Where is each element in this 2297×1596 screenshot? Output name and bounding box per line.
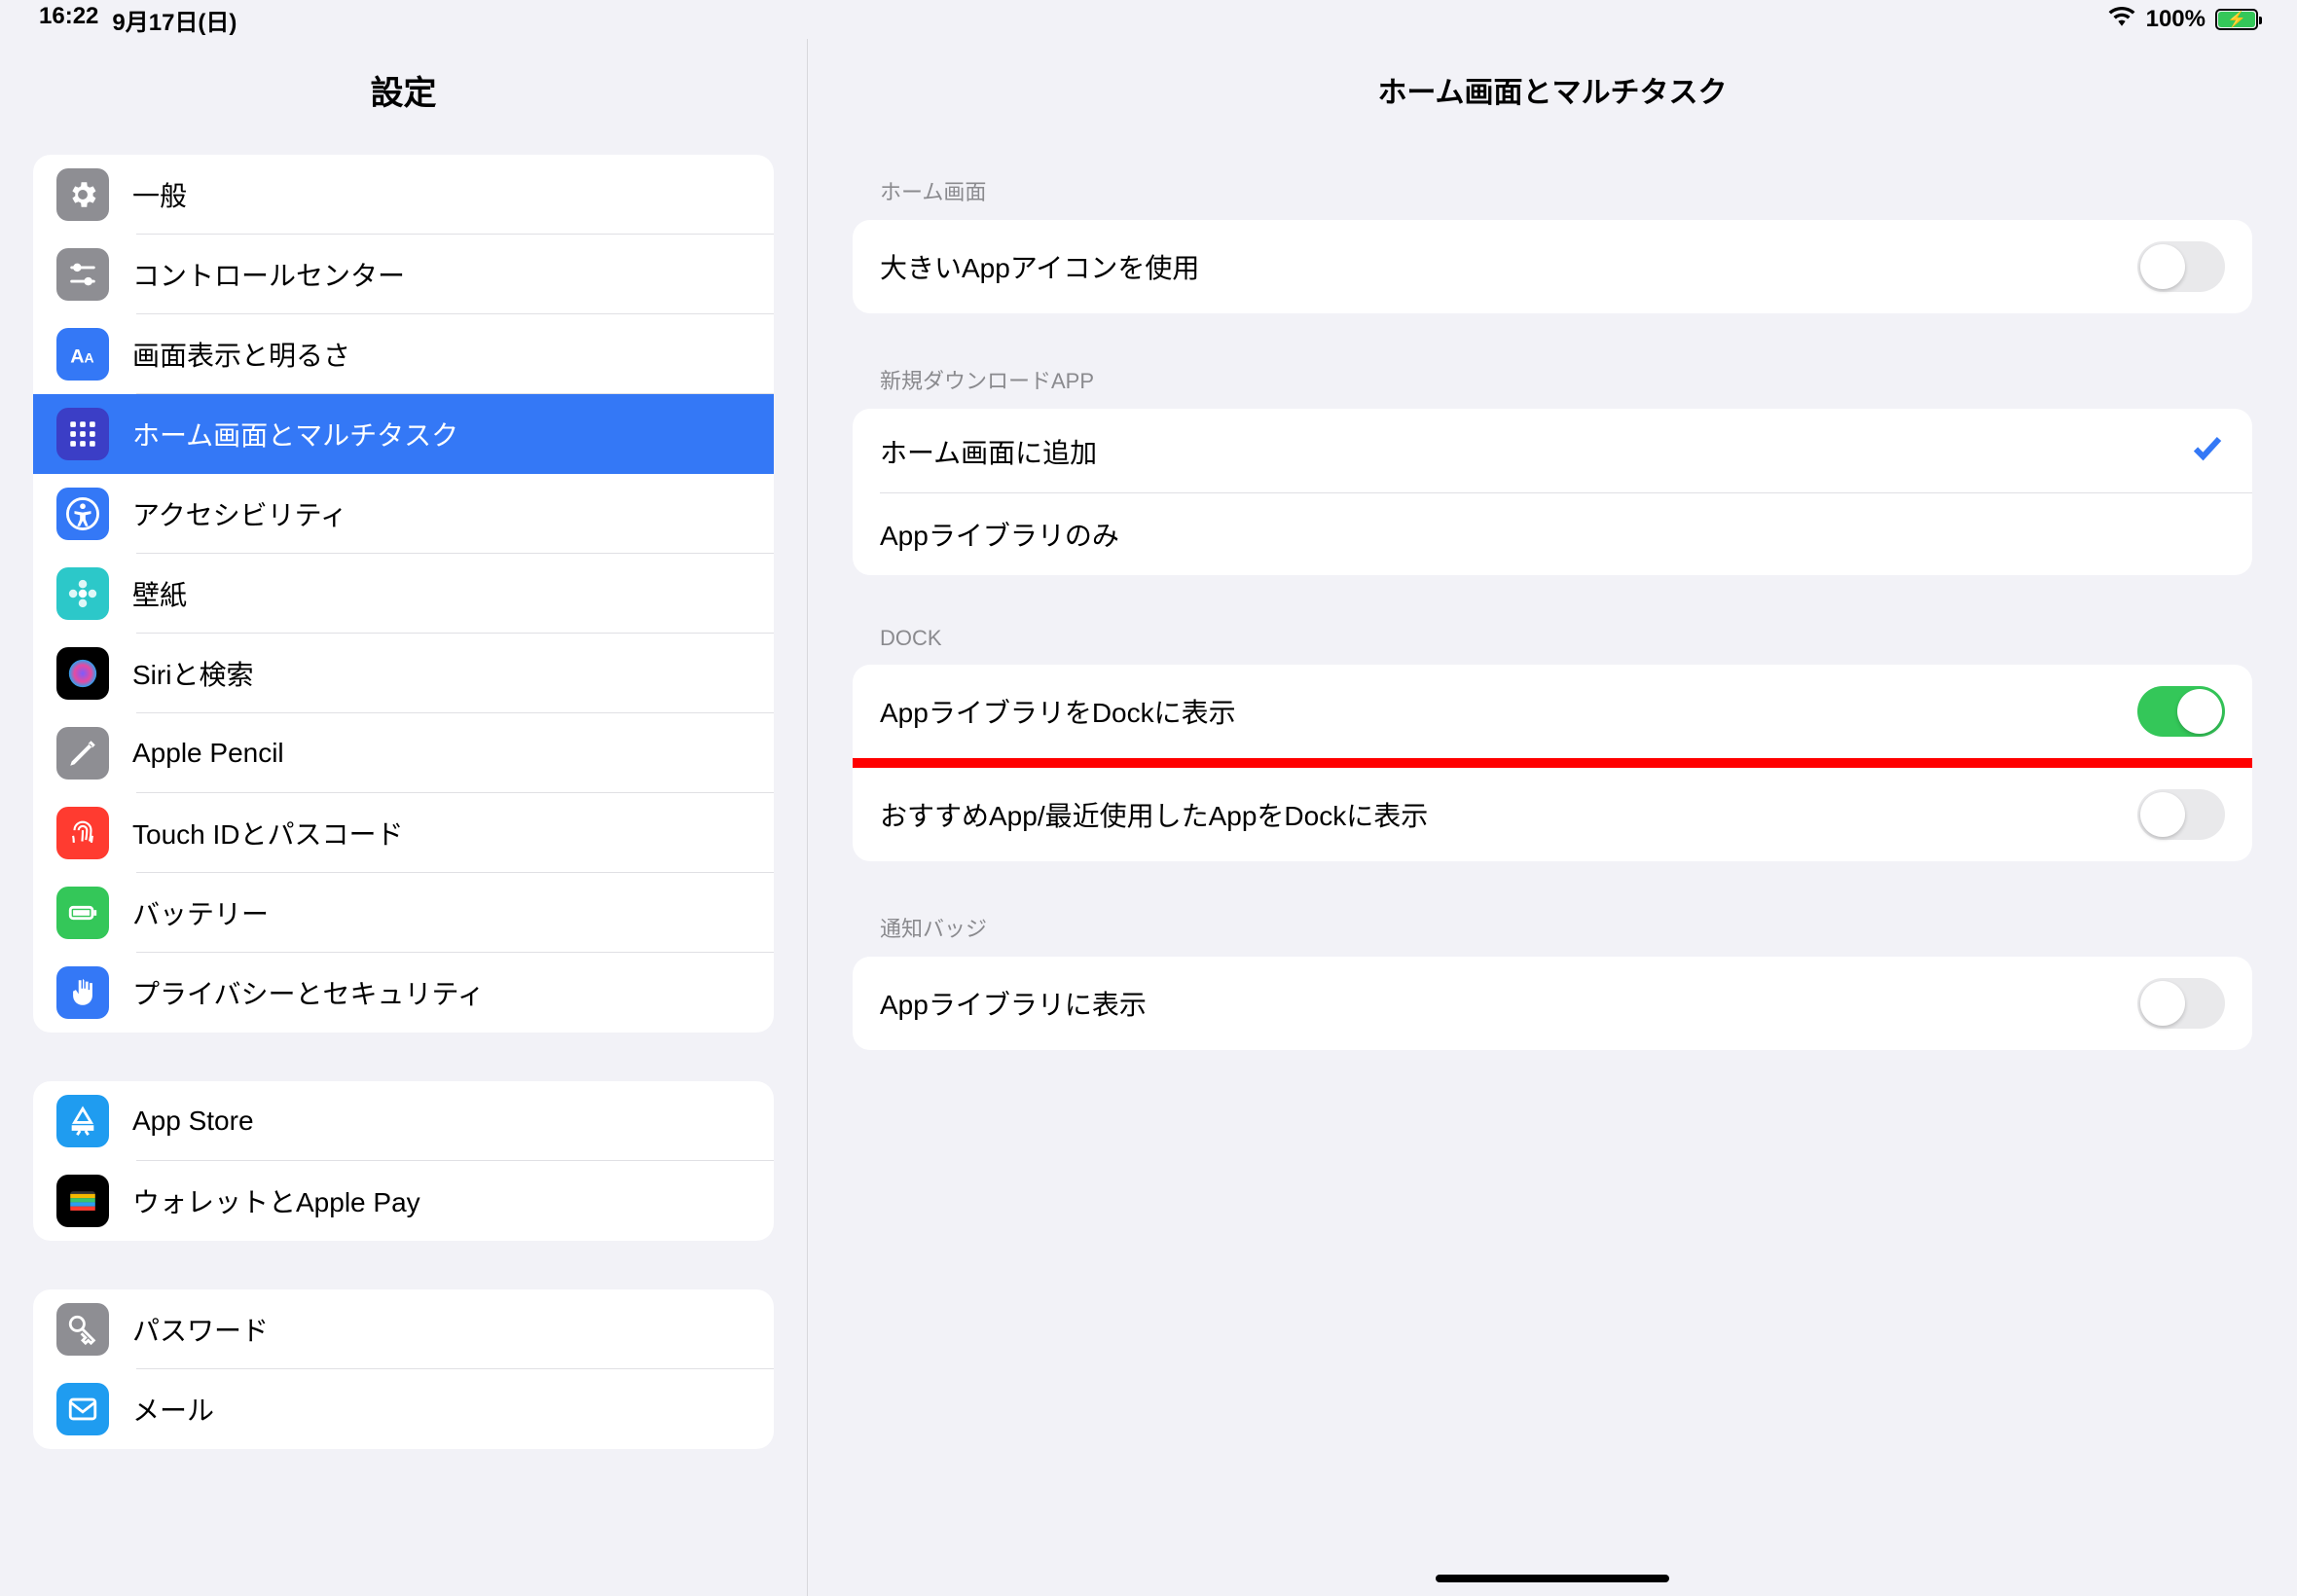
gear-icon: [56, 168, 109, 221]
sidebar-item-label: バッテリー: [132, 893, 269, 932]
battery-percent: 100%: [2146, 6, 2206, 33]
section-header: 新規ダウンロードAPP: [853, 364, 2252, 409]
settings-row[interactable]: おすすめApp/最近使用したAppをDockに表示: [853, 768, 2252, 861]
flower-icon: [56, 567, 109, 620]
sidebar-item-control-center[interactable]: コントロールセンター: [33, 235, 774, 314]
sidebar: 設定 一般コントロールセンター AA 画面表示と明るさホーム画面とマルチタスクアクセ…: [0, 39, 808, 1596]
mail-icon: [56, 1383, 109, 1435]
section-header: DOCK: [853, 626, 2252, 665]
detail-pane: ホーム画面とマルチタスク ホーム画面大きいAppアイコンを使用新規ダウンロードA…: [808, 39, 2297, 1596]
settings-row-label: Appライブラリのみ: [880, 515, 1119, 554]
access-icon: [56, 488, 109, 540]
sidebar-item-touch-id[interactable]: Touch IDとパスコード: [33, 793, 774, 873]
settings-row[interactable]: ホーム画面に追加: [853, 409, 2252, 493]
sidebar-item-label: 壁紙: [132, 574, 187, 613]
status-time: 16:22: [39, 3, 98, 37]
hand-icon: [56, 966, 109, 1019]
status-bar: 16:22 9月17日(日) 100% ⚡: [0, 0, 2297, 39]
sidebar-item-siri[interactable]: Siriと検索: [33, 634, 774, 713]
sidebar-item-label: 画面表示と明るさ: [132, 335, 350, 374]
sidebar-item-apple-pencil[interactable]: Apple Pencil: [33, 713, 774, 793]
toggle-switch[interactable]: [2137, 241, 2225, 292]
sidebar-item-label: 一般: [132, 175, 187, 214]
appstore-icon: [56, 1095, 109, 1147]
sidebar-item-accessibility[interactable]: アクセシビリティ: [33, 474, 774, 554]
sidebar-item-passwords[interactable]: パスワード: [33, 1289, 774, 1369]
toggle-switch[interactable]: [2137, 686, 2225, 737]
detail-title: ホーム画面とマルチタスク: [808, 39, 2297, 136]
sidebar-item-home-screen[interactable]: ホーム画面とマルチタスク: [33, 394, 774, 474]
sidebar-item-label: App Store: [132, 1106, 254, 1137]
sidebar-item-label: Touch IDとパスコード: [132, 814, 404, 852]
svg-text:A: A: [84, 351, 93, 367]
section-header: 通知バッジ: [853, 912, 2252, 957]
home-indicator[interactable]: [1436, 1575, 1669, 1582]
sidebar-item-label: メール: [132, 1390, 214, 1429]
sidebar-item-mail[interactable]: メール: [33, 1369, 774, 1449]
sidebar-item-label: Siriと検索: [132, 654, 253, 693]
sidebar-item-wallpaper[interactable]: 壁紙: [33, 554, 774, 634]
sidebar-item-label: アクセシビリティ: [132, 494, 347, 533]
toggle-switch[interactable]: [2137, 789, 2225, 840]
sidebar-item-wallet[interactable]: ウォレットとApple Pay: [33, 1161, 774, 1241]
status-date: 9月17日(日): [112, 3, 237, 37]
sidebar-title: 設定: [0, 39, 807, 155]
toggle-switch[interactable]: [2137, 978, 2225, 1029]
sidebar-item-privacy[interactable]: プライバシーとセキュリティ: [33, 953, 774, 1033]
sidebar-item-label: パスワード: [132, 1310, 269, 1349]
settings-row[interactable]: Appライブラリに表示: [853, 957, 2252, 1050]
settings-row-label: AppライブラリをDockに表示: [880, 692, 1236, 731]
wallet-icon: [56, 1175, 109, 1227]
highlighted-row: AppライブラリをDockに表示: [853, 665, 2252, 768]
wifi-icon: [2107, 6, 2136, 34]
pencil-icon: [56, 727, 109, 780]
sidebar-item-battery[interactable]: バッテリー: [33, 873, 774, 953]
settings-row[interactable]: Appライブラリのみ: [853, 493, 2252, 575]
key-icon: [56, 1303, 109, 1356]
sidebar-item-label: Apple Pencil: [132, 738, 284, 769]
checkmark-icon: [2190, 430, 2225, 472]
sliders-icon: [56, 248, 109, 301]
settings-row-label: ホーム画面に追加: [880, 432, 1097, 471]
sidebar-item-label: プライバシーとセキュリティ: [132, 973, 485, 1012]
fingerprint-icon: [56, 807, 109, 859]
sidebar-item-general[interactable]: 一般: [33, 155, 774, 235]
section-header: ホーム画面: [853, 175, 2252, 220]
sidebar-item-label: ウォレットとApple Pay: [132, 1181, 420, 1220]
sidebar-item-app-store[interactable]: App Store: [33, 1081, 774, 1161]
grid-icon: [56, 408, 109, 460]
sidebar-item-label: コントロールセンター: [132, 255, 405, 294]
battery-icon: ⚡: [2215, 9, 2258, 30]
settings-row[interactable]: AppライブラリをDockに表示: [853, 665, 2252, 758]
settings-row-label: おすすめApp/最近使用したAppをDockに表示: [880, 795, 1428, 834]
aa-icon: AA: [56, 328, 109, 381]
sidebar-item-display[interactable]: AA 画面表示と明るさ: [33, 314, 774, 394]
settings-row-label: Appライブラリに表示: [880, 984, 1147, 1023]
settings-row[interactable]: 大きいAppアイコンを使用: [853, 220, 2252, 313]
settings-row-label: 大きいAppアイコンを使用: [880, 247, 1199, 286]
sidebar-item-label: ホーム画面とマルチタスク: [132, 415, 458, 453]
battery-icon: [56, 887, 109, 939]
svg-text:A: A: [70, 346, 84, 368]
siri-icon: [56, 647, 109, 700]
